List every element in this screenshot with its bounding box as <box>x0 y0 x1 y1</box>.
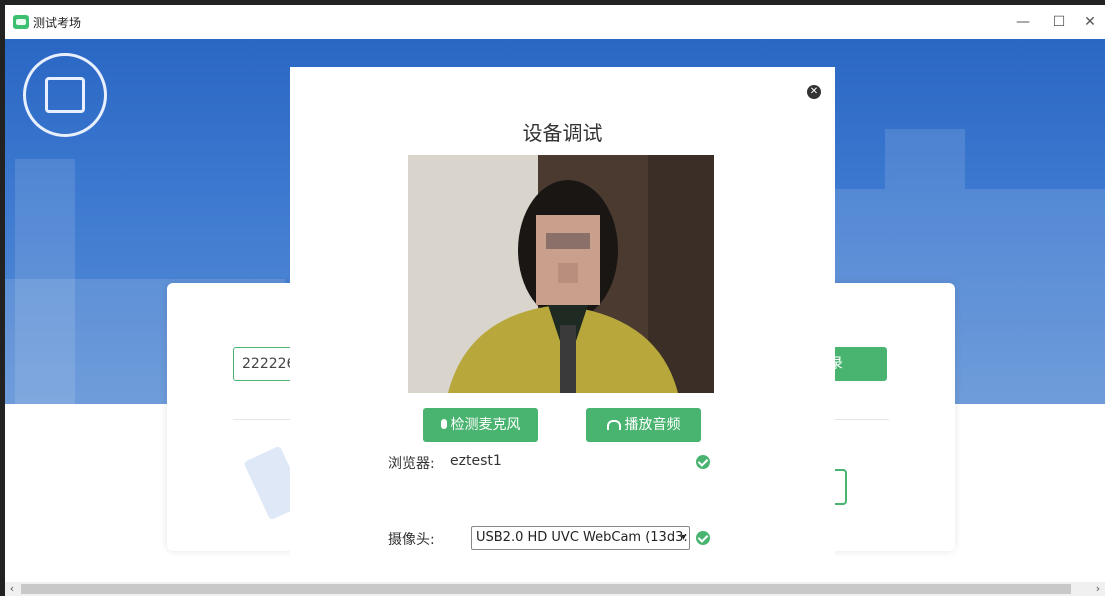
chevron-down-icon: ▾ <box>680 532 686 543</box>
play-audio-label: 播放音频 <box>624 417 681 433</box>
camera-select[interactable]: USB2.0 HD UVC WebCam (13d3: ▾ <box>471 526 690 550</box>
camera-preview-image <box>408 155 714 393</box>
headphones-icon <box>606 420 621 430</box>
scroll-left-icon[interactable]: ‹ <box>5 582 19 596</box>
microphone-icon <box>440 419 447 429</box>
camera-select-value: USB2.0 HD UVC WebCam (13d3: <box>476 530 688 545</box>
test-microphone-label: 检测麦克风 <box>450 417 521 433</box>
building-shape <box>885 129 965 189</box>
browser-value: eztest1 <box>450 453 502 469</box>
app-icon <box>13 15 29 29</box>
browser-label: 浏览器: <box>388 456 435 472</box>
maximize-button[interactable]: ☐ <box>1041 5 1077 39</box>
camera-label: 摄像头: <box>388 532 435 548</box>
app-content: 222226 录 ✕ 设备调试 检测麦克风 播放音频 浏览器: eztest1 … <box>5 39 1105 582</box>
check-icon <box>696 455 710 469</box>
test-microphone-button[interactable]: 检测麦克风 <box>423 408 538 442</box>
close-icon[interactable]: ✕ <box>807 85 821 99</box>
check-icon <box>696 531 710 545</box>
school-logo-emblem <box>45 77 85 113</box>
scroll-right-icon[interactable]: › <box>1091 582 1105 596</box>
horizontal-scrollbar[interactable]: ‹ › <box>5 582 1105 596</box>
scrollbar-thumb[interactable] <box>21 584 1071 594</box>
device-test-dialog: ✕ 设备调试 检测麦克风 播放音频 浏览器: eztest1 摄像头: USB2… <box>290 67 835 582</box>
minimize-button[interactable]: — <box>1005 5 1041 39</box>
camera-preview <box>408 155 714 393</box>
close-window-button[interactable]: ✕ <box>1075 5 1105 39</box>
school-logo <box>23 53 107 137</box>
dialog-title: 设备调试 <box>522 121 603 145</box>
window-title: 测试考场 <box>33 15 82 30</box>
play-audio-button[interactable]: 播放音频 <box>586 408 701 442</box>
title-bar: 测试考场 — ☐ ✕ <box>5 5 1105 39</box>
